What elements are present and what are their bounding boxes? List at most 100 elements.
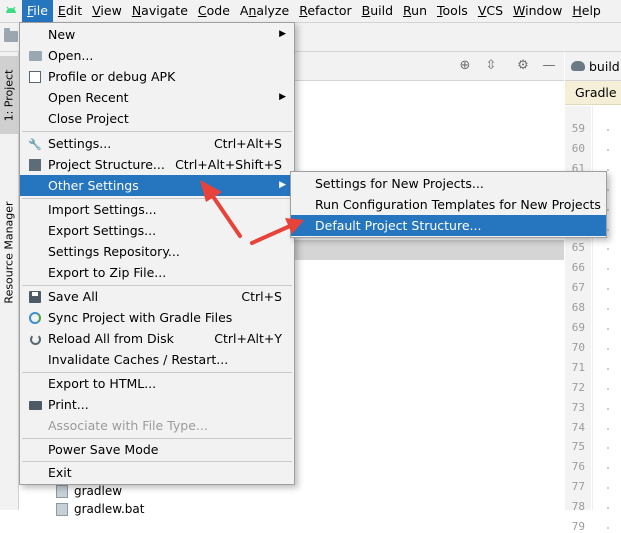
menu-label: Print... <box>48 397 89 412</box>
android-studio-logo-icon <box>0 0 22 22</box>
whitespace-marker <box>607 487 609 490</box>
menu-label: Import Settings... <box>48 202 157 217</box>
menu-code[interactable]: Code <box>193 0 235 22</box>
menu-item-other-settings[interactable]: Other Settings ▶ <box>20 175 294 196</box>
line-number: 70 <box>571 340 585 354</box>
menu-label: Run Configuration Templates for New Proj… <box>315 197 601 212</box>
whitespace-marker <box>607 467 609 470</box>
whitespace-marker <box>607 387 609 390</box>
menu-item-print[interactable]: Print... <box>20 394 294 415</box>
line-number: 79 <box>571 520 585 533</box>
menu-item-close-project[interactable]: Close Project <box>20 108 294 129</box>
collapse-all-icon[interactable]: ⇳ <box>483 58 499 74</box>
whitespace-marker <box>607 447 609 450</box>
whitespace-marker <box>607 188 609 191</box>
menu-item-import-settings[interactable]: Import Settings... <box>20 199 294 220</box>
editor-code-area[interactable] <box>592 106 621 529</box>
menu-bar: File Edit View Navigate Code Analyze Refactor B… <box>0 0 621 23</box>
menu-label: Sync Project with Gradle Files <box>48 310 233 325</box>
locate-icon[interactable]: ⊕ <box>457 58 473 74</box>
editor-tab-build[interactable]: build <box>565 59 620 74</box>
menu-edit[interactable]: Edit <box>53 0 87 22</box>
menu-label: Open... <box>48 48 94 63</box>
whitespace-marker <box>607 208 609 211</box>
editor-tab-bar: build <box>565 52 621 81</box>
menu-item-profile-apk[interactable]: Profile or debug APK <box>20 66 294 87</box>
menu-label: Default Project Structure... <box>315 218 482 233</box>
line-number: 60 <box>571 141 585 155</box>
menu-item-export-zip[interactable]: Export to Zip File... <box>20 262 294 283</box>
menu-run[interactable]: Run <box>398 0 432 22</box>
menu-item-settings-repository[interactable]: Settings Repository... <box>20 241 294 262</box>
save-icon <box>28 290 42 304</box>
whitespace-marker <box>607 148 609 151</box>
menu-item-reload-disk[interactable]: Reload All from Disk Ctrl+Alt+Y <box>20 328 294 349</box>
menu-item-project-structure[interactable]: Project Structure... Ctrl+Alt+Shift+S <box>20 154 294 175</box>
tree-item-gradlew-bat[interactable]: gradlew.bat <box>56 500 144 518</box>
whitespace-marker <box>607 507 609 510</box>
line-number: 72 <box>571 380 585 394</box>
submenu-arrow-icon: ▶ <box>279 29 286 39</box>
line-number: 78 <box>571 500 585 514</box>
line-number: 71 <box>571 360 585 374</box>
menu-shortcut: Ctrl+Alt+Shift+S <box>175 157 282 172</box>
menu-label: Other Settings <box>48 178 139 193</box>
menu-item-default-project-structure[interactable]: Default Project Structure... <box>291 215 606 236</box>
menu-tools[interactable]: Tools <box>432 0 473 22</box>
menu-item-export-settings[interactable]: Export Settings... <box>20 220 294 241</box>
menu-item-associate-file-type: Associate with File Type... <box>20 415 294 436</box>
menu-vcs[interactable]: VCS <box>473 0 508 22</box>
menu-item-open-recent[interactable]: Open Recent ▶ <box>20 87 294 108</box>
menu-item-save-all[interactable]: Save All Ctrl+S <box>20 286 294 307</box>
editor-tab-label: build <box>589 58 620 74</box>
banner-text: Gradle p <box>575 85 621 100</box>
menu-label: Export to HTML... <box>48 376 157 391</box>
tool-tab-resource-label: Resource Manager <box>2 200 16 304</box>
whitespace-marker <box>607 347 609 350</box>
menu-analyze[interactable]: Analyze <box>235 0 294 22</box>
project-structure-icon <box>28 158 42 172</box>
menu-build[interactable]: Build <box>357 0 398 22</box>
menu-item-export-html[interactable]: Export to HTML... <box>20 373 294 394</box>
menu-label: Settings for New Projects... <box>315 176 484 191</box>
whitespace-marker <box>607 328 609 330</box>
menu-view[interactable]: View <box>87 0 127 22</box>
menu-help[interactable]: Help <box>567 0 606 22</box>
line-number: 67 <box>571 281 585 295</box>
hide-icon[interactable]: — <box>541 58 557 74</box>
whitespace-marker <box>607 407 609 410</box>
menu-item-open[interactable]: Open... <box>20 45 294 66</box>
line-number: 75 <box>571 440 585 454</box>
project-folder-icon[interactable] <box>4 28 18 42</box>
whitespace-marker <box>607 427 609 430</box>
reload-icon <box>28 332 42 346</box>
menu-refactor[interactable]: Refactor <box>294 0 356 22</box>
whitespace-marker <box>607 129 609 131</box>
submenu-arrow-icon: ▶ <box>279 92 286 102</box>
menu-separator <box>22 131 292 132</box>
gear-icon[interactable]: ⚙ <box>515 58 531 74</box>
menu-navigate[interactable]: Navigate <box>127 0 193 22</box>
menu-label: Associate with File Type... <box>48 418 208 433</box>
menu-item-run-config-templates[interactable]: Run Configuration Templates for New Proj… <box>291 194 606 215</box>
menu-window[interactable]: Window <box>508 0 567 22</box>
menu-item-invalidate-caches[interactable]: Invalidate Caches / Restart... <box>20 349 294 370</box>
tool-tab-project-label: 1: Project <box>2 69 16 121</box>
menu-label: Project Structure... <box>48 157 165 172</box>
menu-item-power-save[interactable]: Power Save Mode <box>20 439 294 460</box>
line-number: 59 <box>571 122 585 135</box>
menu-item-settings[interactable]: 🔧 Settings... Ctrl+Alt+S <box>20 133 294 154</box>
menu-label: Invalidate Caches / Restart... <box>48 352 229 367</box>
menu-file[interactable]: File <box>22 0 53 22</box>
tool-tab-project[interactable]: 1: Project <box>0 56 18 134</box>
menu-item-sync-gradle[interactable]: Sync Project with Gradle Files <box>20 307 294 328</box>
menu-item-exit[interactable]: Exit <box>20 462 294 483</box>
menu-item-new[interactable]: New ▶ <box>20 24 294 45</box>
tool-tab-resource-manager[interactable]: Resource Manager <box>0 200 18 304</box>
line-number: 77 <box>571 480 585 494</box>
line-number: 65 <box>571 241 585 255</box>
menu-item-settings-new-projects[interactable]: Settings for New Projects... <box>291 173 606 194</box>
tree-item-label: gradlew.bat <box>74 502 145 516</box>
line-number: 66 <box>571 261 585 275</box>
sync-gradle-icon <box>28 311 42 325</box>
